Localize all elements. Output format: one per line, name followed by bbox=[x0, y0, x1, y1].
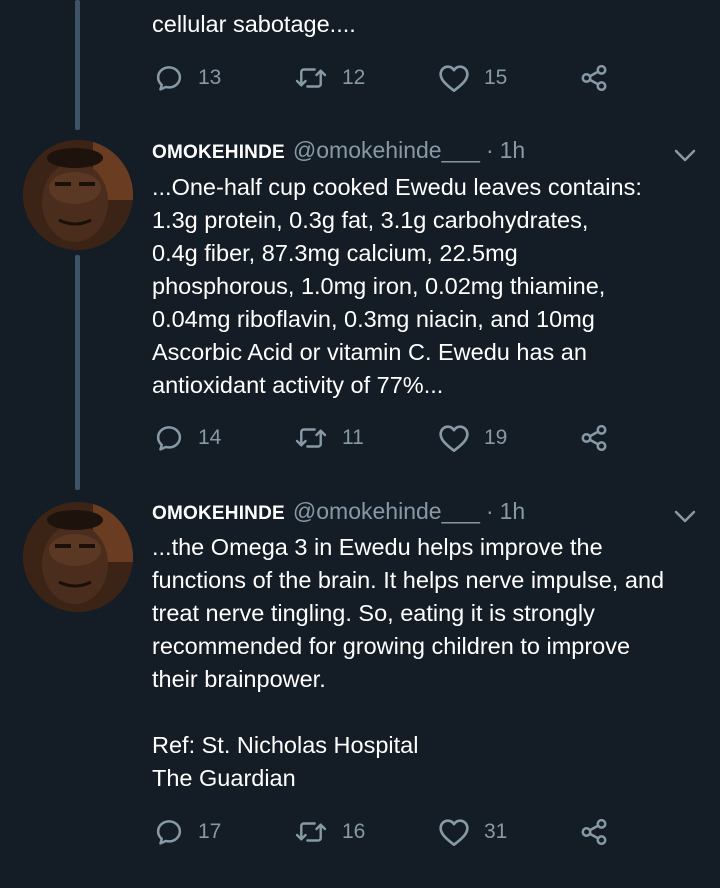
share-icon bbox=[579, 63, 609, 93]
share-icon bbox=[579, 423, 609, 453]
tweet-text: ...One-half cup cooked Ewedu leaves cont… bbox=[152, 174, 642, 398]
tweet-text: cellular sabotage.... bbox=[152, 11, 356, 37]
like-button[interactable]: 19 bbox=[438, 418, 507, 458]
tweet-actions: 13 12 15 bbox=[152, 58, 632, 98]
heart-icon bbox=[438, 817, 470, 847]
avatar[interactable] bbox=[23, 140, 133, 250]
tweet-actions: 14 11 19 bbox=[152, 418, 632, 458]
reply-icon bbox=[154, 817, 184, 847]
like-count: 15 bbox=[484, 66, 508, 89]
share-button[interactable] bbox=[579, 418, 609, 458]
retweet-icon bbox=[294, 423, 328, 453]
display-name[interactable]: OMOKEHINDE bbox=[152, 142, 285, 164]
thread-connector bbox=[75, 0, 80, 130]
tweet-actions: 17 16 31 bbox=[152, 812, 632, 852]
like-count: 31 bbox=[484, 820, 508, 843]
display-name[interactable]: OMOKEHINDE bbox=[152, 503, 285, 525]
reply-count: 17 bbox=[198, 820, 222, 843]
chevron-down-icon[interactable] bbox=[672, 506, 698, 526]
reply-button[interactable]: 14 bbox=[154, 418, 221, 458]
reply-count: 14 bbox=[198, 426, 222, 449]
reply-button[interactable]: 17 bbox=[154, 812, 221, 852]
username[interactable]: @omokehinde___ bbox=[293, 498, 480, 525]
retweet-button[interactable]: 12 bbox=[294, 58, 365, 98]
retweet-button[interactable]: 11 bbox=[294, 418, 364, 458]
separator: · bbox=[485, 137, 494, 163]
share-button[interactable] bbox=[579, 58, 609, 98]
separator: · bbox=[485, 498, 494, 524]
timestamp[interactable]: 1h bbox=[500, 137, 526, 164]
like-button[interactable]: 15 bbox=[438, 58, 507, 98]
timestamp[interactable]: 1h bbox=[500, 498, 526, 525]
thread-connector bbox=[75, 255, 80, 490]
avatar[interactable] bbox=[23, 502, 133, 612]
reply-count: 13 bbox=[198, 66, 222, 89]
tweet-header: OMOKEHINDE @omokehinde___ · 1h bbox=[152, 498, 525, 528]
retweet-icon bbox=[294, 63, 328, 93]
share-button[interactable] bbox=[579, 812, 609, 852]
tweet-text: ...the Omega 3 in Ewedu helps improve th… bbox=[152, 534, 665, 791]
retweet-count: 16 bbox=[342, 820, 366, 843]
tweet-header: OMOKEHINDE @omokehinde___ · 1h bbox=[152, 137, 525, 167]
username[interactable]: @omokehinde___ bbox=[293, 137, 480, 164]
retweet-count: 12 bbox=[342, 66, 366, 89]
retweet-count: 11 bbox=[342, 426, 364, 449]
retweet-button[interactable]: 16 bbox=[294, 812, 365, 852]
reply-icon bbox=[154, 63, 184, 93]
heart-icon bbox=[438, 423, 470, 453]
retweet-icon bbox=[294, 817, 328, 847]
chevron-down-icon[interactable] bbox=[672, 145, 698, 165]
like-count: 19 bbox=[484, 426, 508, 449]
reply-button[interactable]: 13 bbox=[154, 58, 221, 98]
share-icon bbox=[579, 817, 609, 847]
like-button[interactable]: 31 bbox=[438, 812, 507, 852]
heart-icon bbox=[438, 63, 470, 93]
reply-icon bbox=[154, 423, 184, 453]
